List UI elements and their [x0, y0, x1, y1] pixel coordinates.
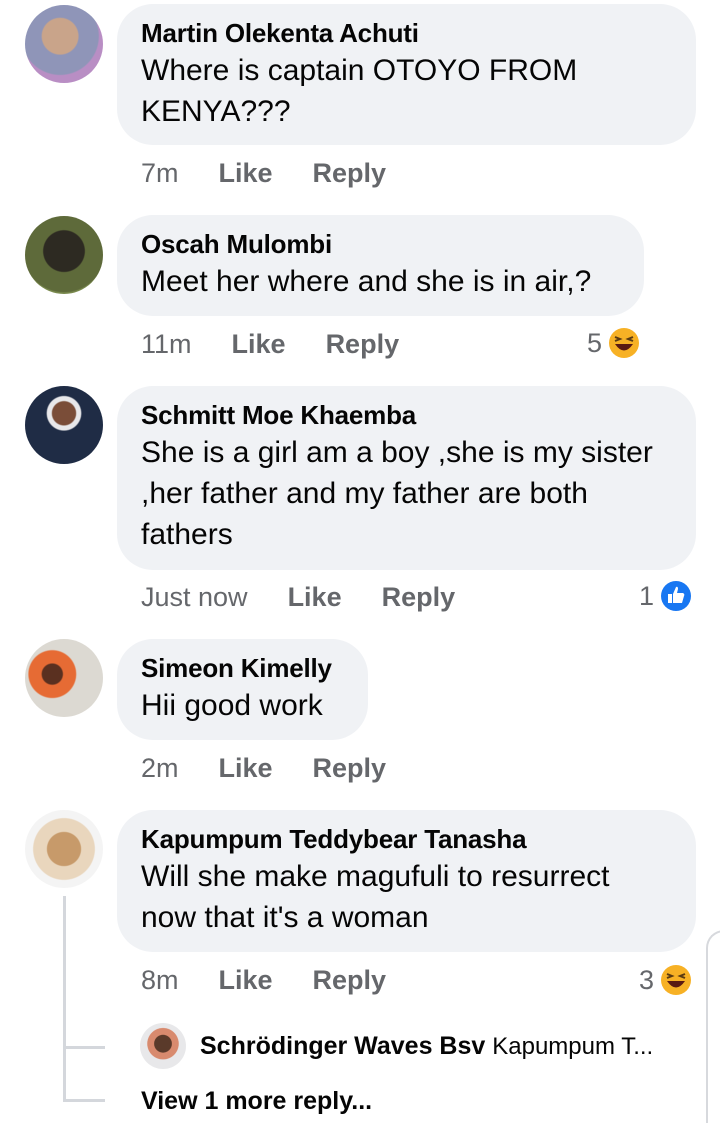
avatar: [140, 1023, 186, 1069]
avatar[interactable]: [25, 810, 103, 888]
thread-line-branch: [63, 1099, 105, 1102]
reply-button[interactable]: Reply: [382, 582, 456, 613]
like-button[interactable]: Like: [232, 329, 286, 360]
comment-text: Hii good work: [141, 689, 323, 722]
comment-actions: 2m Like Reply: [141, 753, 386, 784]
reaction-summary[interactable]: 3: [639, 964, 692, 996]
comment-bubble[interactable]: Schmitt Moe Khaemba She is a girl am a b…: [117, 386, 696, 570]
comment-author[interactable]: Kapumpum Teddybear Tanasha: [141, 824, 672, 854]
reply-preview-line: Schrödinger Waves Bsv Kapumpum T...: [200, 1032, 653, 1061]
avatar[interactable]: [25, 639, 103, 717]
comment-author[interactable]: Simeon Kimelly: [141, 653, 344, 683]
like-thumb-icon: [661, 581, 692, 611]
view-more-replies-link[interactable]: View 1 more reply...: [141, 1087, 372, 1116]
laugh-emoji-icon: [609, 328, 640, 358]
comment-time[interactable]: 7m: [141, 158, 179, 189]
comment-actions: Just now Like Reply: [141, 582, 455, 613]
reaction-count: 5: [587, 327, 603, 358]
comment-bubble[interactable]: Oscah Mulombi Meet her where and she is …: [117, 215, 644, 316]
comment-author[interactable]: Martin Olekenta Achuti: [141, 18, 672, 48]
like-button[interactable]: Like: [288, 582, 342, 613]
comment-bubble[interactable]: Kapumpum Teddybear Tanasha Will she make…: [117, 810, 696, 952]
comment-text: She is a girl am a boy ,she is my sister…: [141, 436, 653, 551]
laugh-emoji-icon: [661, 965, 692, 995]
reply-preview[interactable]: Schrödinger Waves Bsv Kapumpum T...: [140, 1023, 700, 1069]
reply-author[interactable]: Schrödinger Waves Bsv: [200, 1032, 485, 1060]
reaction-count: 1: [639, 580, 655, 611]
avatar[interactable]: [25, 5, 103, 83]
reply-button[interactable]: Reply: [326, 329, 400, 360]
comment-actions: 11m Like Reply: [141, 329, 399, 360]
comment-author[interactable]: Oscah Mulombi: [141, 229, 620, 259]
like-button[interactable]: Like: [219, 753, 273, 784]
comment-bubble[interactable]: Simeon Kimelly Hii good work: [117, 639, 368, 740]
comment-text: Will she make magufuli to resurrect now …: [141, 860, 610, 934]
reply-button[interactable]: Reply: [313, 158, 387, 189]
reply-button[interactable]: Reply: [313, 753, 387, 784]
thread-line: [63, 896, 66, 1099]
comment-time[interactable]: 11m: [141, 329, 192, 360]
reaction-summary[interactable]: 1: [639, 580, 692, 612]
comment-time[interactable]: 2m: [141, 753, 179, 784]
comment-time[interactable]: Just now: [141, 582, 248, 613]
thread-line-branch: [63, 1046, 105, 1049]
reply-snippet: Kapumpum T...: [492, 1032, 654, 1060]
reply-button[interactable]: Reply: [313, 965, 387, 996]
comment-text: Meet her where and she is in air,?: [141, 265, 592, 298]
comment-time[interactable]: 8m: [141, 965, 179, 996]
comment-actions: 7m Like Reply: [141, 158, 386, 189]
comment-author[interactable]: Schmitt Moe Khaemba: [141, 400, 672, 430]
like-button[interactable]: Like: [219, 965, 273, 996]
avatar[interactable]: [25, 386, 103, 464]
comment-text: Where is captain OTOYO FROM KENYA???: [141, 54, 578, 128]
comment-bubble[interactable]: Martin Olekenta Achuti Where is captain …: [117, 4, 696, 145]
avatar[interactable]: [25, 216, 103, 294]
like-button[interactable]: Like: [219, 158, 273, 189]
scroll-edge: [706, 930, 720, 1123]
comment-actions: 8m Like Reply: [141, 965, 386, 996]
reaction-summary[interactable]: 5: [587, 327, 640, 359]
reaction-count: 3: [639, 964, 655, 995]
